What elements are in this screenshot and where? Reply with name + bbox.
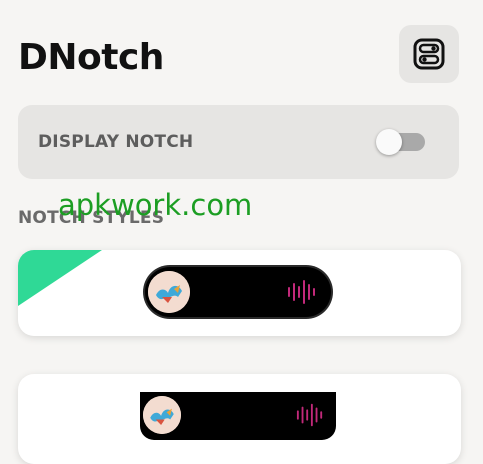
settings-button[interactable] <box>399 25 459 83</box>
display-notch-toggle[interactable] <box>376 129 425 155</box>
display-notch-row[interactable]: DISPLAY NOTCH <box>18 105 459 179</box>
notch-style-card-notch[interactable] <box>18 374 461 464</box>
selected-corner-indicator <box>18 250 102 306</box>
watermark-text: apkwork.com <box>58 188 253 222</box>
audio-wave-icon <box>288 280 315 304</box>
album-art-icon <box>143 396 181 434</box>
toggle-knob <box>376 129 402 155</box>
pill-notch-preview <box>145 267 331 317</box>
notch-style-card-pill[interactable] <box>18 250 461 336</box>
toggle-settings-icon <box>413 38 445 70</box>
audio-wave-icon <box>296 403 323 427</box>
classic-notch-preview <box>140 392 336 440</box>
app-title: DNotch <box>18 37 164 78</box>
display-notch-label: DISPLAY NOTCH <box>38 132 194 152</box>
album-art-icon <box>148 271 190 313</box>
